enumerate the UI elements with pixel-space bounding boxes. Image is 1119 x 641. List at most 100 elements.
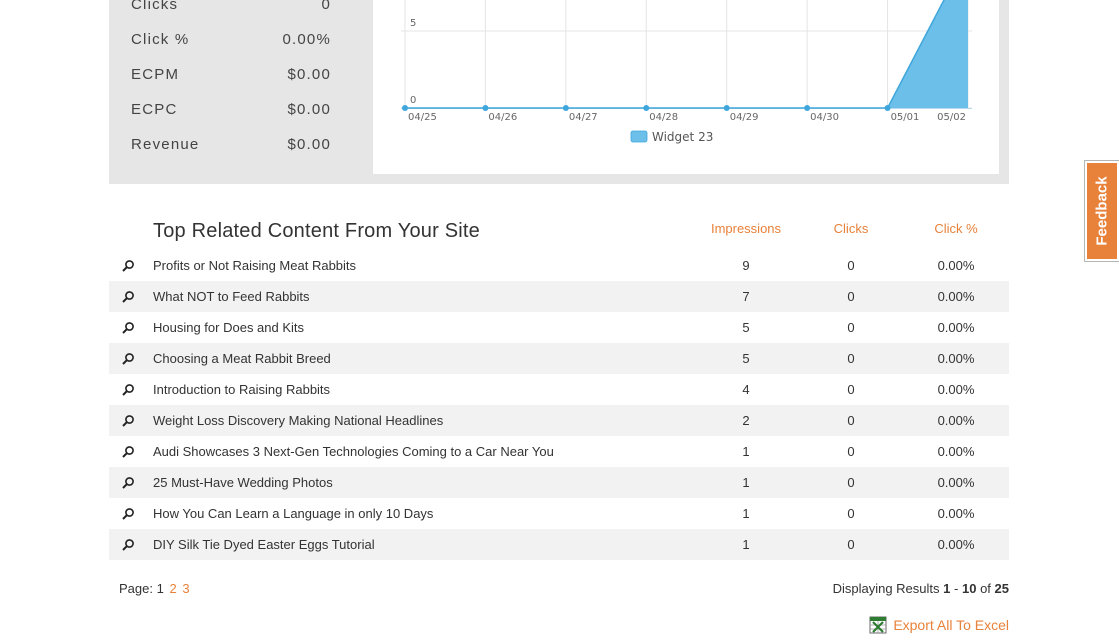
table-row[interactable]: Choosing a Meat Rabbit Breed 5 0 0.00%	[109, 343, 1009, 374]
row-click-pct: 0.00%	[937, 475, 975, 490]
results-to: 10	[961, 581, 977, 596]
magnifier-icon[interactable]	[121, 352, 135, 366]
x-tick-label: 04/26	[488, 112, 517, 123]
row-title[interactable]: Introduction to Raising Rabbits	[153, 382, 330, 397]
table-row[interactable]: DIY Silk Tie Dyed Easter Eggs Tutorial 1 0…	[109, 529, 1009, 560]
row-title[interactable]: What NOT to Feed Rabbits	[153, 289, 310, 304]
results-total: 25	[994, 581, 1009, 596]
row-clicks: 0	[847, 413, 855, 428]
area-chart: 0 5 04/25 04/26 04/27 04/28 04/29 04/30 05/01 05/…	[401, 0, 972, 144]
row-title[interactable]: DIY Silk Tie Dyed Easter Eggs Tutorial	[153, 537, 375, 552]
data-point	[482, 105, 489, 111]
data-point	[723, 105, 730, 111]
data-point	[402, 105, 408, 111]
row-clicks: 0	[847, 289, 855, 304]
data-point	[562, 105, 569, 111]
row-clicks: 0	[847, 320, 855, 335]
row-click-pct: 0.00%	[937, 382, 975, 397]
table-row[interactable]: Housing for Does and Kits 5 0 0.00%	[109, 312, 1009, 343]
row-impressions: 5	[742, 351, 750, 366]
stat-label: ECPC	[131, 101, 178, 118]
results-from: 1	[943, 581, 951, 596]
row-click-pct: 0.00%	[937, 537, 975, 552]
feedback-tab[interactable]: Feedback	[1084, 160, 1119, 262]
magnifier-icon[interactable]	[121, 538, 135, 552]
row-title[interactable]: Weight Loss Discovery Making National He…	[153, 413, 443, 428]
x-tick-label: 05/01	[891, 112, 920, 123]
row-click-pct: 0.00%	[937, 413, 975, 428]
row-click-pct: 0.00%	[937, 320, 975, 335]
magnifier-icon[interactable]	[121, 383, 135, 397]
table-body: Profits or Not Raising Meat Rabbits 9 0 0.0…	[109, 250, 1009, 560]
magnifier-icon[interactable]	[121, 290, 135, 304]
magnifier-icon[interactable]	[121, 321, 135, 335]
x-tick-label: 04/29	[730, 112, 759, 123]
series-line	[405, 0, 945, 109]
row-clicks: 0	[847, 382, 855, 397]
pager-current: 1	[156, 581, 164, 596]
table-row[interactable]: 25 Must-Have Wedding Photos 1 0 0.00%	[109, 467, 1009, 498]
row-click-pct: 0.00%	[937, 351, 975, 366]
export-label: Export All To Excel	[893, 617, 1009, 633]
row-impressions: 7	[742, 289, 750, 304]
row-title[interactable]: 25 Must-Have Wedding Photos	[153, 475, 333, 490]
row-clicks: 0	[847, 475, 855, 490]
row-impressions: 1	[742, 475, 750, 490]
row-title[interactable]: Housing for Does and Kits	[153, 320, 304, 335]
results-of: of	[980, 581, 991, 596]
row-click-pct: 0.00%	[937, 444, 975, 459]
magnifier-icon[interactable]	[121, 476, 135, 490]
pager-link-3[interactable]: 3	[182, 581, 189, 596]
data-point	[884, 105, 891, 111]
x-tick-label: 04/30	[810, 112, 839, 123]
legend-label: Widget 23	[652, 130, 713, 144]
row-title[interactable]: Profits or Not Raising Meat Rabbits	[153, 258, 356, 273]
pager-link-2[interactable]: 2	[169, 581, 176, 596]
magnifier-icon[interactable]	[121, 445, 135, 459]
stat-value: $0.00	[287, 136, 331, 153]
x-tick-label: 04/25	[408, 112, 437, 123]
row-title[interactable]: Choosing a Meat Rabbit Breed	[153, 351, 331, 366]
row-title[interactable]: Audi Showcases 3 Next-Gen Technologies C…	[153, 444, 554, 459]
row-impressions: 5	[742, 320, 750, 335]
table-row[interactable]: What NOT to Feed Rabbits 7 0 0.00%	[109, 281, 1009, 312]
row-clicks: 0	[847, 258, 855, 273]
table-row[interactable]: Profits or Not Raising Meat Rabbits 9 0 0.0…	[109, 250, 1009, 281]
magnifier-icon[interactable]	[121, 259, 135, 273]
table-title: Top Related Content From Your Site	[153, 220, 480, 242]
stat-click-pct: Click % 0.00%	[131, 31, 331, 51]
export-excel-button[interactable]: Export All To Excel	[869, 614, 1009, 636]
pager: Page: 1 2 3	[119, 581, 190, 596]
table-row[interactable]: Weight Loss Discovery Making National He…	[109, 405, 1009, 436]
table-row[interactable]: Audi Showcases 3 Next-Gen Technologies C…	[109, 436, 1009, 467]
stat-label: Clicks	[131, 0, 179, 13]
stat-clicks: Clicks 0	[131, 0, 331, 16]
x-tick-label: 05/02	[937, 112, 966, 123]
x-tick-label: 04/27	[569, 112, 598, 123]
magnifier-icon[interactable]	[121, 507, 135, 521]
column-header-impressions[interactable]: Impressions	[696, 221, 796, 236]
row-click-pct: 0.00%	[937, 506, 975, 521]
feedback-label: Feedback	[1093, 176, 1111, 246]
stat-value: 0.00%	[282, 31, 331, 48]
stat-value: $0.00	[287, 66, 331, 83]
y-tick-label: 5	[410, 18, 416, 29]
chart-container: 0 5 04/25 04/26 04/27 04/28 04/29 04/30 05/01 05/…	[373, 0, 999, 174]
stat-label: Revenue	[131, 136, 200, 153]
stat-revenue: Revenue $0.00	[131, 136, 331, 156]
row-clicks: 0	[847, 506, 855, 521]
table-row[interactable]: How You Can Learn a Language in only 10 …	[109, 498, 1009, 529]
table-row[interactable]: Introduction to Raising Rabbits 4 0 0.00%	[109, 374, 1009, 405]
row-click-pct: 0.00%	[937, 289, 975, 304]
row-impressions: 4	[742, 382, 750, 397]
stat-value: 0	[321, 0, 331, 13]
column-header-click-pct[interactable]: Click %	[906, 221, 1006, 236]
x-tick-label: 04/28	[649, 112, 678, 123]
column-header-clicks[interactable]: Clicks	[801, 221, 901, 236]
magnifier-icon[interactable]	[121, 414, 135, 428]
data-point	[643, 105, 650, 111]
stat-label: ECPM	[131, 66, 180, 83]
row-title[interactable]: How You Can Learn a Language in only 10 …	[153, 506, 433, 521]
results-summary: Displaying Results 1 - 10 of 25	[833, 581, 1009, 596]
stats-panel: Clicks 0 Click % 0.00% ECPM $0.00 ECPC $…	[109, 0, 1009, 184]
